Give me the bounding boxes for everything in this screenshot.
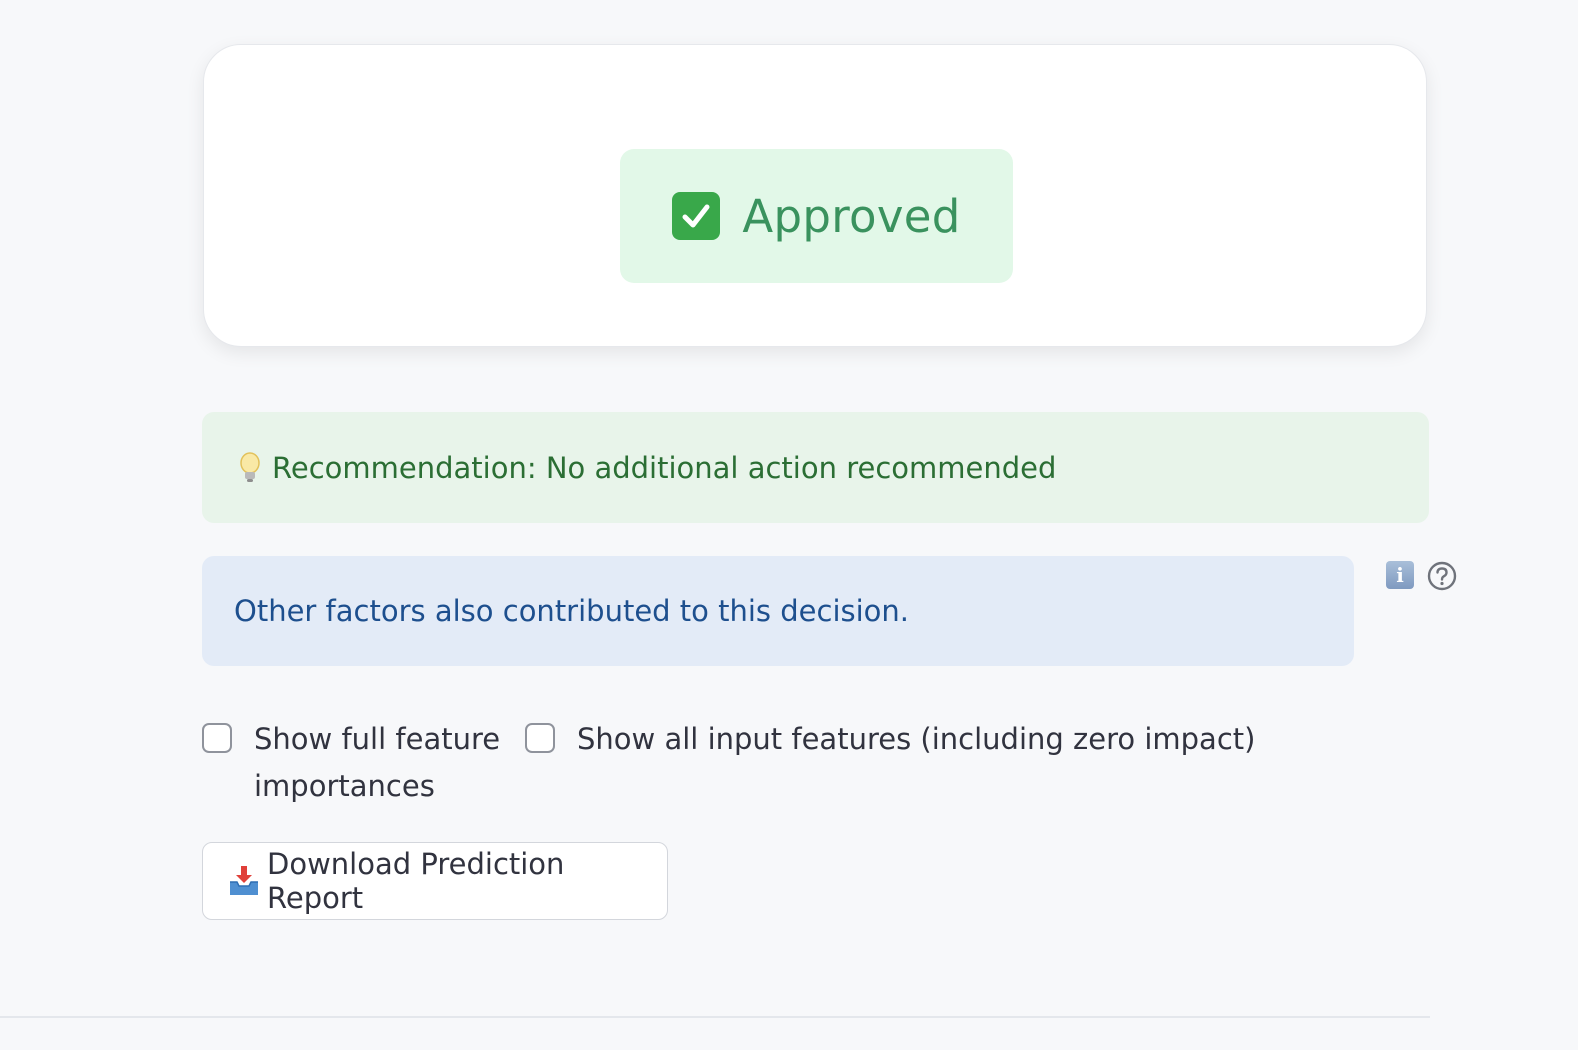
inbox-tray-icon xyxy=(227,864,261,898)
info-alert: Other factors also contributed to this d… xyxy=(202,556,1354,666)
recommendation-text: Recommendation: No additional action rec… xyxy=(272,450,1057,485)
info-icon[interactable]: i xyxy=(1386,561,1414,589)
show-full-importances-label[interactable]: Show full feature importances xyxy=(254,716,502,810)
show-full-importances-option[interactable]: Show full feature importances xyxy=(202,716,502,810)
status-badge: Approved xyxy=(620,149,1013,283)
check-mark-button-icon xyxy=(672,192,721,240)
prediction-result-card: Approved xyxy=(203,44,1427,347)
bottom-divider xyxy=(0,1016,1430,1018)
download-button-label[interactable]: Download Prediction Report xyxy=(267,847,667,915)
status-label: Approved xyxy=(742,189,961,243)
show-all-features-option[interactable]: Show all input features (including zero … xyxy=(525,716,1285,763)
page: Approved Recommendation: No additional a… xyxy=(0,0,1578,1050)
show-all-features-label[interactable]: Show all input features (including zero … xyxy=(577,716,1255,763)
help-circle-icon[interactable] xyxy=(1427,561,1457,591)
light-bulb-icon xyxy=(236,451,264,485)
info-text: Other factors also contributed to this d… xyxy=(234,594,910,628)
recommendation-alert: Recommendation: No additional action rec… xyxy=(202,412,1429,523)
show-all-features-checkbox[interactable] xyxy=(525,723,555,753)
display-options: Show full feature importances Show all i… xyxy=(202,716,1302,816)
download-report-button[interactable]: Download Prediction Report xyxy=(202,842,668,920)
show-full-importances-checkbox[interactable] xyxy=(202,723,232,753)
